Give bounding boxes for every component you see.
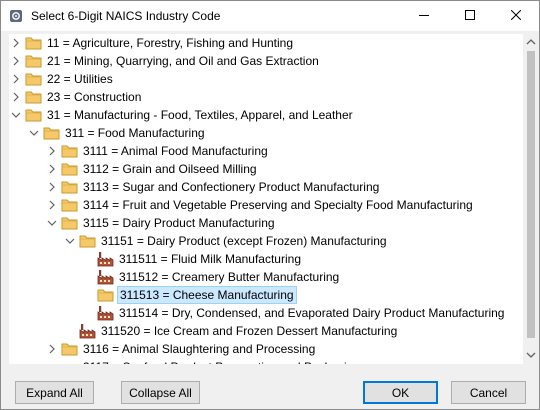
title-bar: Select 6-Digit NAICS Industry Code <box>1 1 539 31</box>
tree-item-label: 311514 = Dry, Condensed, and Evaporated … <box>119 306 505 320</box>
tree-item[interactable]: 31 = Manufacturing - Food, Textiles, App… <box>9 106 523 124</box>
tree-item-label: 31151 = Dairy Product (except Frozen) Ma… <box>101 234 387 248</box>
naics-tree[interactable]: 11 = Agriculture, Forestry, Fishing and … <box>9 34 523 364</box>
tree-item[interactable]: 311 = Food Manufacturing <box>9 124 523 142</box>
chevron-right-icon[interactable] <box>11 52 21 70</box>
tree-item-label: 311513 = Cheese Manufacturing <box>117 286 297 304</box>
tree-item-label: 3116 = Animal Slaughtering and Processin… <box>83 342 316 356</box>
scroll-down-arrow-icon[interactable] <box>523 347 539 363</box>
folder-icon <box>61 341 78 357</box>
tree-item-label: 31 = Manufacturing - Food, Textiles, App… <box>47 108 353 122</box>
factory-icon <box>97 305 114 321</box>
factory-icon <box>79 323 96 339</box>
tree-item-label: 3112 = Grain and Oilseed Milling <box>83 162 257 176</box>
chevron-right-icon[interactable] <box>11 70 21 88</box>
minimize-button[interactable] <box>401 1 447 31</box>
chevron-down-icon[interactable] <box>47 214 57 232</box>
maximize-button[interactable] <box>447 1 493 31</box>
vertical-scrollbar[interactable] <box>523 34 539 364</box>
tree-item[interactable]: 3113 = Sugar and Confectionery Product M… <box>9 178 523 196</box>
tree-item[interactable]: 311514 = Dry, Condensed, and Evaporated … <box>9 304 523 322</box>
folder-icon <box>25 89 42 105</box>
minimize-icon <box>419 9 429 23</box>
folder-icon <box>43 125 60 141</box>
tree-item[interactable]: 311511 = Fluid Milk Manufacturing <box>9 250 523 268</box>
chevron-right-icon[interactable] <box>47 178 57 196</box>
naics-dialog: Select 6-Digit NAICS Industry Code 11 = … <box>0 0 540 410</box>
tree-item[interactable]: 311520 = Ice Cream and Frozen Dessert Ma… <box>9 322 523 340</box>
factory-icon <box>97 269 114 285</box>
tree-item[interactable]: 21 = Mining, Quarrying, and Oil and Gas … <box>9 52 523 70</box>
tree-item-label: 311511 = Fluid Milk Manufacturing <box>119 252 301 266</box>
folder-icon <box>61 197 78 213</box>
tree-item[interactable]: 311512 = Creamery Butter Manufacturing <box>9 268 523 286</box>
folder-icon <box>79 233 96 249</box>
tree-item-label: 311520 = Ice Cream and Frozen Dessert Ma… <box>101 324 398 338</box>
tree-item-label: 22 = Utilities <box>47 72 113 86</box>
maximize-icon <box>465 9 475 23</box>
tree-item-label: 311 = Food Manufacturing <box>65 126 205 140</box>
tree-item-label: 3114 = Fruit and Vegetable Preserving an… <box>83 198 473 212</box>
tree-item[interactable]: 31151 = Dairy Product (except Frozen) Ma… <box>9 232 523 250</box>
chevron-down-icon[interactable] <box>11 106 21 124</box>
chevron-right-icon[interactable] <box>11 34 21 52</box>
tree-item-label: 3111 = Animal Food Manufacturing <box>83 144 268 158</box>
tree-item-label: 21 = Mining, Quarrying, and Oil and Gas … <box>47 54 319 68</box>
tree-item[interactable]: 3111 = Animal Food Manufacturing <box>9 142 523 160</box>
tree-item[interactable]: 3116 = Animal Slaughtering and Processin… <box>9 340 523 358</box>
cancel-button[interactable]: Cancel <box>451 381 526 404</box>
tree-item[interactable]: 3112 = Grain and Oilseed Milling <box>9 160 523 178</box>
scroll-up-arrow-icon[interactable] <box>523 34 539 50</box>
close-icon <box>510 9 522 23</box>
folder-icon <box>25 53 42 69</box>
folder-icon <box>25 71 42 87</box>
tree-item[interactable]: 3115 = Dairy Product Manufacturing <box>9 214 523 232</box>
tree-item-label: 311512 = Creamery Butter Manufacturing <box>119 270 340 284</box>
collapse-all-button[interactable]: Collapse All <box>121 381 200 404</box>
folder-icon <box>61 215 78 231</box>
app-icon <box>9 9 23 23</box>
tree-item-selected[interactable]: 311513 = Cheese Manufacturing <box>9 286 523 304</box>
tree-item-label: 3113 = Sugar and Confectionery Product M… <box>83 180 380 194</box>
folder-icon <box>61 161 78 177</box>
horizontal-scrollbar[interactable] <box>9 364 523 370</box>
chevron-right-icon[interactable] <box>47 340 57 358</box>
tree-item[interactable]: 11 = Agriculture, Forestry, Fishing and … <box>9 34 523 52</box>
expand-all-button[interactable]: Expand All <box>15 381 94 404</box>
folder-icon <box>25 35 42 51</box>
tree-item-label: 11 = Agriculture, Forestry, Fishing and … <box>47 36 294 50</box>
window-title: Select 6-Digit NAICS Industry Code <box>31 9 221 23</box>
folder-icon <box>97 287 114 303</box>
folder-icon <box>25 107 42 123</box>
folder-icon <box>61 179 78 195</box>
chevron-right-icon[interactable] <box>11 88 21 106</box>
close-button[interactable] <box>493 1 539 31</box>
tree-item[interactable]: 23 = Construction <box>9 88 523 106</box>
tree-item-label: 23 = Construction <box>47 90 142 104</box>
scrollbar-thumb[interactable] <box>527 51 535 338</box>
tree-item[interactable]: 22 = Utilities <box>9 70 523 88</box>
factory-icon <box>97 251 114 267</box>
chevron-down-icon[interactable] <box>29 124 39 142</box>
chevron-right-icon[interactable] <box>47 196 57 214</box>
chevron-right-icon[interactable] <box>47 160 57 178</box>
chevron-down-icon[interactable] <box>65 232 75 250</box>
tree-item[interactable]: 3114 = Fruit and Vegetable Preserving an… <box>9 196 523 214</box>
tree-item-label: 3115 = Dairy Product Manufacturing <box>83 216 275 230</box>
ok-button[interactable]: OK <box>363 381 438 404</box>
folder-icon <box>61 143 78 159</box>
chevron-right-icon[interactable] <box>47 142 57 160</box>
